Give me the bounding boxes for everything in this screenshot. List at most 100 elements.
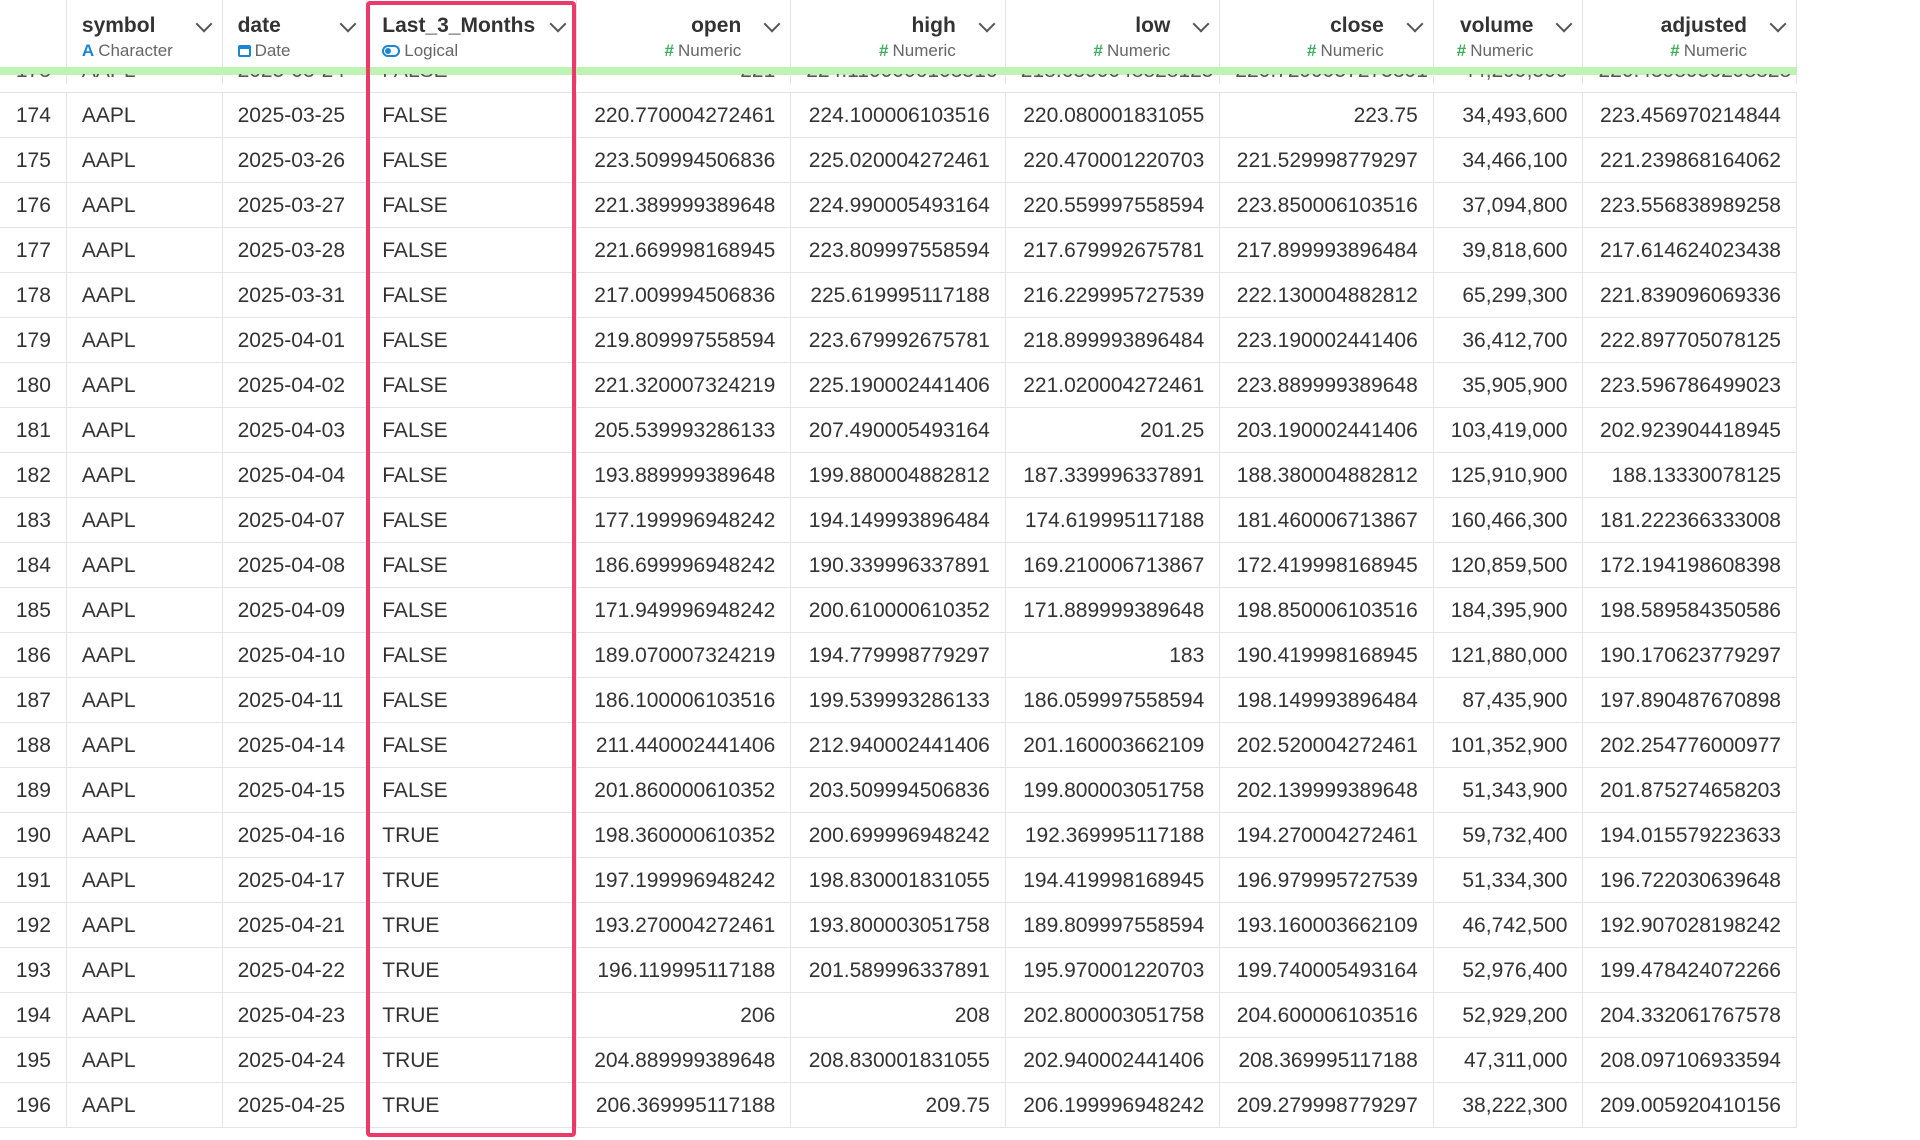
cell-low[interactable]: 201.160003662109 <box>1006 723 1221 767</box>
cell-date[interactable]: 2025-04-01 <box>223 318 368 362</box>
cell-last_3_months[interactable]: FALSE <box>367 228 577 272</box>
cell-volume[interactable]: 46,742,500 <box>1434 903 1584 947</box>
row-index[interactable]: 186 <box>0 633 67 677</box>
cell-high[interactable]: 201.589996337891 <box>791 948 1006 992</box>
cell-last_3_months[interactable]: FALSE <box>367 183 577 227</box>
cell-open[interactable]: 219.809997558594 <box>577 318 792 362</box>
cell-adjusted[interactable]: 172.194198608398 <box>1583 543 1797 587</box>
cell-date[interactable]: 2025-04-07 <box>223 498 368 542</box>
cell-date[interactable]: 2025-04-14 <box>223 723 368 767</box>
cell-last_3_months[interactable]: FALSE <box>367 318 577 362</box>
table-row[interactable]: 181 AAPL 2025-04-03 FALSE 205.539993286133 20… <box>0 408 1797 453</box>
row-index[interactable]: 192 <box>0 903 67 947</box>
row-index[interactable]: 191 <box>0 858 67 902</box>
cell-date[interactable]: 2025-04-04 <box>223 453 368 497</box>
row-index[interactable]: 190 <box>0 813 67 857</box>
cell-date[interactable]: 2025-03-31 <box>223 273 368 317</box>
cell-open[interactable]: 206 <box>577 993 792 1037</box>
cell-low[interactable]: 220.080001831055 <box>1006 93 1221 137</box>
cell-symbol[interactable]: AAPL <box>67 1038 223 1082</box>
row-index[interactable]: 181 <box>0 408 67 452</box>
table-row[interactable]: 185 AAPL 2025-04-09 FALSE 171.949996948242 20… <box>0 588 1797 633</box>
cell-last_3_months[interactable]: TRUE <box>367 993 577 1037</box>
cell-last_3_months[interactable]: FALSE <box>367 273 577 317</box>
cell-volume[interactable]: 87,435,900 <box>1434 678 1584 722</box>
cell-close[interactable]: 202.520004272461 <box>1220 723 1434 767</box>
column-header-close[interactable]: close # Numeric <box>1220 0 1434 74</box>
cell-high[interactable]: 212.940002441406 <box>791 723 1006 767</box>
cell-close[interactable]: 199.740005493164 <box>1220 948 1434 992</box>
cell-date[interactable]: 2025-04-15 <box>223 768 368 812</box>
cell-close[interactable]: 202.139999389648 <box>1220 768 1434 812</box>
cell-open[interactable]: 205.539993286133 <box>577 408 792 452</box>
cell-volume[interactable]: 103,419,000 <box>1434 408 1584 452</box>
cell-low[interactable]: 218.899993896484 <box>1006 318 1221 362</box>
cell-low[interactable]: 220.470001220703 <box>1006 138 1221 182</box>
row-index[interactable]: 187 <box>0 678 67 722</box>
table-row[interactable]: 184 AAPL 2025-04-08 FALSE 186.699996948242 19… <box>0 543 1797 588</box>
column-header-last_3_months[interactable]: Last_3_Months Logical <box>367 0 577 74</box>
table-row[interactable]: 194 AAPL 2025-04-23 TRUE 206 208 202.800003051… <box>0 993 1797 1038</box>
cell-symbol[interactable]: AAPL <box>67 678 223 722</box>
cell-high[interactable]: 199.539993286133 <box>791 678 1006 722</box>
row-index[interactable]: 180 <box>0 363 67 407</box>
row-index[interactable]: 175 <box>0 138 67 182</box>
cell-adjusted[interactable]: 190.170623779297 <box>1583 633 1797 677</box>
cell-open[interactable]: 198.360000610352 <box>577 813 792 857</box>
table-row[interactable]: 195 AAPL 2025-04-24 TRUE 204.889999389648 208… <box>0 1038 1797 1083</box>
cell-adjusted[interactable]: 223.556838989258 <box>1583 183 1797 227</box>
cell-high[interactable]: 225.619995117188 <box>791 273 1006 317</box>
cell-close[interactable]: 204.600006103516 <box>1220 993 1434 1037</box>
cell-last_3_months[interactable]: FALSE <box>367 723 577 767</box>
cell-close[interactable]: 190.419998168945 <box>1220 633 1434 677</box>
cell-symbol[interactable]: AAPL <box>67 74 223 84</box>
cell-low[interactable]: 216.229995727539 <box>1006 273 1221 317</box>
cell-volume[interactable]: 121,880,000 <box>1434 633 1584 677</box>
cell-symbol[interactable]: AAPL <box>67 588 223 632</box>
cell-high[interactable]: 190.339996337891 <box>791 543 1006 587</box>
cell-high[interactable]: 203.509994506836 <box>791 768 1006 812</box>
cell-low[interactable]: 189.809997558594 <box>1006 903 1221 947</box>
cell-low[interactable]: 186.059997558594 <box>1006 678 1221 722</box>
cell-volume[interactable]: 37,094,800 <box>1434 183 1584 227</box>
cell-date[interactable]: 2025-04-02 <box>223 363 368 407</box>
cell-last_3_months[interactable]: FALSE <box>367 74 577 84</box>
cell-high[interactable]: 225.020004272461 <box>791 138 1006 182</box>
cell-symbol[interactable]: AAPL <box>67 858 223 902</box>
cell-date[interactable]: 2025-03-25 <box>223 93 368 137</box>
cell-open[interactable]: 186.699996948242 <box>577 543 792 587</box>
cell-open[interactable]: 193.270004272461 <box>577 903 792 947</box>
cell-adjusted[interactable]: 201.875274658203 <box>1583 768 1797 812</box>
cell-date[interactable]: 2025-03-28 <box>223 228 368 272</box>
cell-open[interactable]: 211.440002441406 <box>577 723 792 767</box>
column-header-date[interactable]: date Date <box>223 0 368 74</box>
cell-close[interactable]: 223.75 <box>1220 93 1434 137</box>
cell-date[interactable]: 2025-04-09 <box>223 588 368 632</box>
cell-open[interactable]: 196.119995117188 <box>577 948 792 992</box>
cell-adjusted[interactable]: 217.614624023438 <box>1583 228 1797 272</box>
cell-symbol[interactable]: AAPL <box>67 723 223 767</box>
cell-symbol[interactable]: AAPL <box>67 138 223 182</box>
cell-close[interactable]: 181.460006713867 <box>1220 498 1434 542</box>
row-index[interactable]: 184 <box>0 543 67 587</box>
cell-low[interactable]: 192.369995117188 <box>1006 813 1221 857</box>
cell-adjusted[interactable]: 220.4398956298828 <box>1583 74 1797 84</box>
cell-low[interactable]: 187.339996337891 <box>1006 453 1221 497</box>
row-index[interactable]: 177 <box>0 228 67 272</box>
row-index[interactable]: 194 <box>0 993 67 1037</box>
table-row[interactable]: 191 AAPL 2025-04-17 TRUE 197.199996948242 198… <box>0 858 1797 903</box>
cell-symbol[interactable]: AAPL <box>67 543 223 587</box>
row-index[interactable]: 195 <box>0 1038 67 1082</box>
cell-adjusted[interactable]: 192.907028198242 <box>1583 903 1797 947</box>
cell-high[interactable]: 223.679992675781 <box>791 318 1006 362</box>
cell-high[interactable]: 200.699996948242 <box>791 813 1006 857</box>
table-row[interactable]: 187 AAPL 2025-04-11 FALSE 186.100006103516 19… <box>0 678 1797 723</box>
table-row[interactable]: 182 AAPL 2025-04-04 FALSE 193.889999389648 19… <box>0 453 1797 498</box>
row-index[interactable]: 185 <box>0 588 67 632</box>
row-index[interactable]: 178 <box>0 273 67 317</box>
cell-open[interactable]: 221.669998168945 <box>577 228 792 272</box>
cell-adjusted[interactable]: 202.923904418945 <box>1583 408 1797 452</box>
cell-high[interactable]: 224.990005493164 <box>791 183 1006 227</box>
table-row[interactable]: 180 AAPL 2025-04-02 FALSE 221.320007324219 22… <box>0 363 1797 408</box>
row-index[interactable]: 196 <box>0 1083 67 1127</box>
